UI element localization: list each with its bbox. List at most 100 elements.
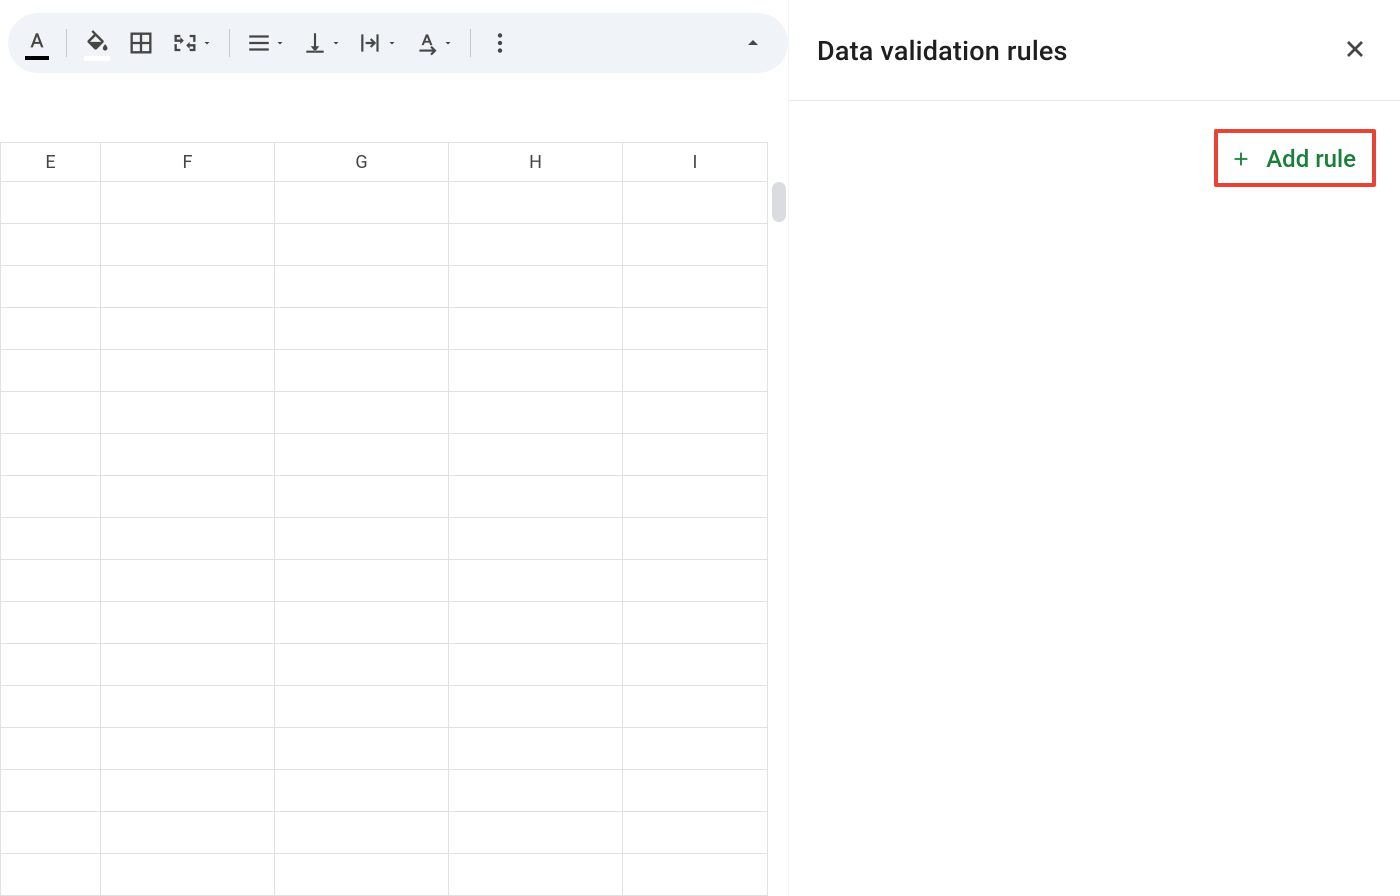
- cell[interactable]: [448, 434, 622, 476]
- cell[interactable]: [622, 182, 768, 224]
- text-color-button[interactable]: [18, 22, 56, 64]
- cell[interactable]: [0, 518, 100, 560]
- cell[interactable]: [100, 854, 274, 896]
- fill-color-button[interactable]: [77, 21, 117, 65]
- cell[interactable]: [622, 812, 768, 854]
- cell[interactable]: [274, 392, 448, 434]
- cell[interactable]: [622, 308, 768, 350]
- cell[interactable]: [448, 476, 622, 518]
- vertical-align-button[interactable]: [296, 22, 348, 64]
- cell[interactable]: [100, 392, 274, 434]
- column-header-f[interactable]: F: [100, 142, 274, 182]
- cell[interactable]: [0, 350, 100, 392]
- cell[interactable]: [100, 560, 274, 602]
- cell[interactable]: [0, 476, 100, 518]
- cell[interactable]: [622, 728, 768, 770]
- cell[interactable]: [274, 224, 448, 266]
- horizontal-align-button[interactable]: [240, 22, 292, 64]
- cell[interactable]: [0, 308, 100, 350]
- cell[interactable]: [448, 308, 622, 350]
- cell[interactable]: [448, 686, 622, 728]
- add-rule-button[interactable]: Add rule: [1222, 141, 1368, 177]
- cell[interactable]: [274, 266, 448, 308]
- cell[interactable]: [0, 224, 100, 266]
- cell[interactable]: [448, 812, 622, 854]
- cell[interactable]: [622, 518, 768, 560]
- cell[interactable]: [622, 266, 768, 308]
- cell[interactable]: [622, 602, 768, 644]
- column-header-e[interactable]: E: [0, 142, 100, 182]
- cell[interactable]: [274, 686, 448, 728]
- cell[interactable]: [448, 182, 622, 224]
- text-rotation-button[interactable]: [408, 22, 460, 64]
- cell[interactable]: [274, 350, 448, 392]
- cell[interactable]: [0, 728, 100, 770]
- cell[interactable]: [274, 308, 448, 350]
- cell[interactable]: [274, 770, 448, 812]
- cell[interactable]: [448, 602, 622, 644]
- cell[interactable]: [100, 350, 274, 392]
- cell[interactable]: [622, 686, 768, 728]
- cell[interactable]: [0, 812, 100, 854]
- cell[interactable]: [100, 476, 274, 518]
- cell[interactable]: [100, 224, 274, 266]
- cell[interactable]: [448, 266, 622, 308]
- cell[interactable]: [0, 182, 100, 224]
- cell[interactable]: [274, 602, 448, 644]
- vertical-scrollbar[interactable]: [772, 182, 786, 222]
- cell[interactable]: [0, 602, 100, 644]
- cell[interactable]: [274, 476, 448, 518]
- cell[interactable]: [0, 686, 100, 728]
- cell[interactable]: [0, 560, 100, 602]
- cell[interactable]: [622, 350, 768, 392]
- cell[interactable]: [0, 770, 100, 812]
- cell[interactable]: [100, 644, 274, 686]
- cell[interactable]: [274, 182, 448, 224]
- cell[interactable]: [448, 728, 622, 770]
- cell[interactable]: [622, 434, 768, 476]
- borders-button[interactable]: [121, 21, 161, 65]
- collapse-toolbar-button[interactable]: [718, 13, 788, 73]
- cell[interactable]: [622, 644, 768, 686]
- cell[interactable]: [100, 266, 274, 308]
- cell[interactable]: [622, 770, 768, 812]
- cell[interactable]: [274, 644, 448, 686]
- cell[interactable]: [0, 266, 100, 308]
- cell[interactable]: [622, 476, 768, 518]
- cell[interactable]: [448, 518, 622, 560]
- cell[interactable]: [274, 518, 448, 560]
- cell[interactable]: [100, 434, 274, 476]
- cell[interactable]: [274, 728, 448, 770]
- cell[interactable]: [274, 434, 448, 476]
- column-header-i[interactable]: I: [622, 142, 768, 182]
- cell[interactable]: [448, 644, 622, 686]
- cell[interactable]: [622, 392, 768, 434]
- cell[interactable]: [274, 560, 448, 602]
- cell[interactable]: [448, 560, 622, 602]
- cell[interactable]: [274, 812, 448, 854]
- cell[interactable]: [100, 728, 274, 770]
- cell[interactable]: [0, 434, 100, 476]
- more-toolbar-button[interactable]: [481, 22, 519, 64]
- cell[interactable]: [622, 560, 768, 602]
- merge-cells-button[interactable]: [165, 21, 219, 65]
- close-panel-button[interactable]: [1334, 28, 1376, 74]
- cell[interactable]: [448, 224, 622, 266]
- column-header-g[interactable]: G: [274, 142, 448, 182]
- cell[interactable]: [622, 224, 768, 266]
- cell[interactable]: [0, 854, 100, 896]
- cell[interactable]: [622, 854, 768, 896]
- cell[interactable]: [448, 392, 622, 434]
- cell[interactable]: [0, 392, 100, 434]
- text-wrap-button[interactable]: [352, 22, 404, 64]
- cell[interactable]: [0, 644, 100, 686]
- cell[interactable]: [100, 308, 274, 350]
- cell[interactable]: [274, 854, 448, 896]
- cell[interactable]: [100, 686, 274, 728]
- cell[interactable]: [100, 182, 274, 224]
- cell[interactable]: [448, 350, 622, 392]
- cell[interactable]: [100, 812, 274, 854]
- cell[interactable]: [448, 854, 622, 896]
- cell[interactable]: [100, 770, 274, 812]
- cell[interactable]: [448, 770, 622, 812]
